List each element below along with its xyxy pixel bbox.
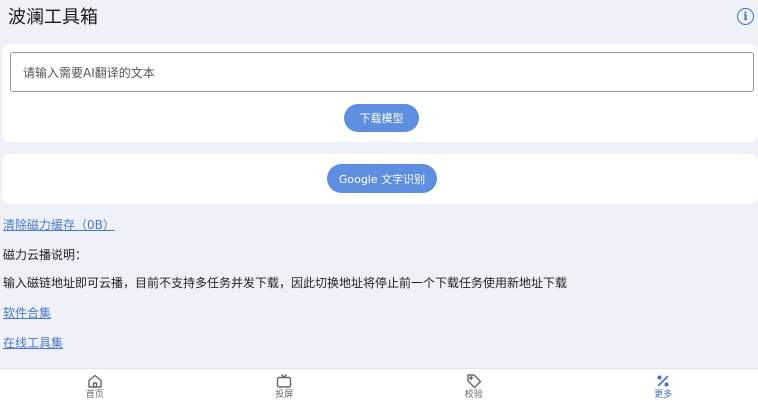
online-tools-link[interactable]: 在线工具集 <box>3 334 63 351</box>
google-ocr-button[interactable]: Google 文字识别 <box>327 164 437 193</box>
translate-card: 请输入需要AI翻译的文本 下载模型 <box>2 44 758 142</box>
info-icon[interactable]: i <box>737 7 754 25</box>
magnet-description: 输入磁链地址即可云播，目前不支持多任务并发下载，因此切换地址将停止前一个下载任务… <box>3 276 568 290</box>
clear-magnet-cache-link[interactable]: 清除磁力缓存（0B） <box>3 216 115 233</box>
nav-cast-label: 投屏 <box>275 390 294 400</box>
magnet-title: 磁力云播说明： <box>3 248 88 262</box>
software-collection-link[interactable]: 软件合集 <box>3 304 51 321</box>
nav-verify-label: 校验 <box>464 390 483 400</box>
download-model-button[interactable]: 下载模型 <box>344 104 419 132</box>
nav-home-label: 首页 <box>85 390 104 400</box>
translate-text-input[interactable]: 请输入需要AI翻译的文本 <box>10 52 754 92</box>
tag-icon <box>466 373 482 389</box>
app-title: 波澜工具箱 <box>8 7 98 28</box>
nav-verify[interactable]: 校验 <box>379 369 569 405</box>
nav-home[interactable]: 首页 <box>0 369 190 405</box>
percent-icon <box>655 373 671 389</box>
bottom-navigation: 首页 投屏 校验 更多 <box>0 368 758 405</box>
app-header: 波澜工具箱 i <box>0 0 758 32</box>
tv-icon <box>276 373 292 389</box>
nav-more[interactable]: 更多 <box>569 369 758 405</box>
nav-cast[interactable]: 投屏 <box>190 369 380 405</box>
ocr-card: Google 文字识别 <box>2 154 758 204</box>
translate-input-placeholder: 请输入需要AI翻译的文本 <box>23 65 155 80</box>
nav-more-label: 更多 <box>654 390 673 400</box>
home-icon <box>87 373 103 389</box>
